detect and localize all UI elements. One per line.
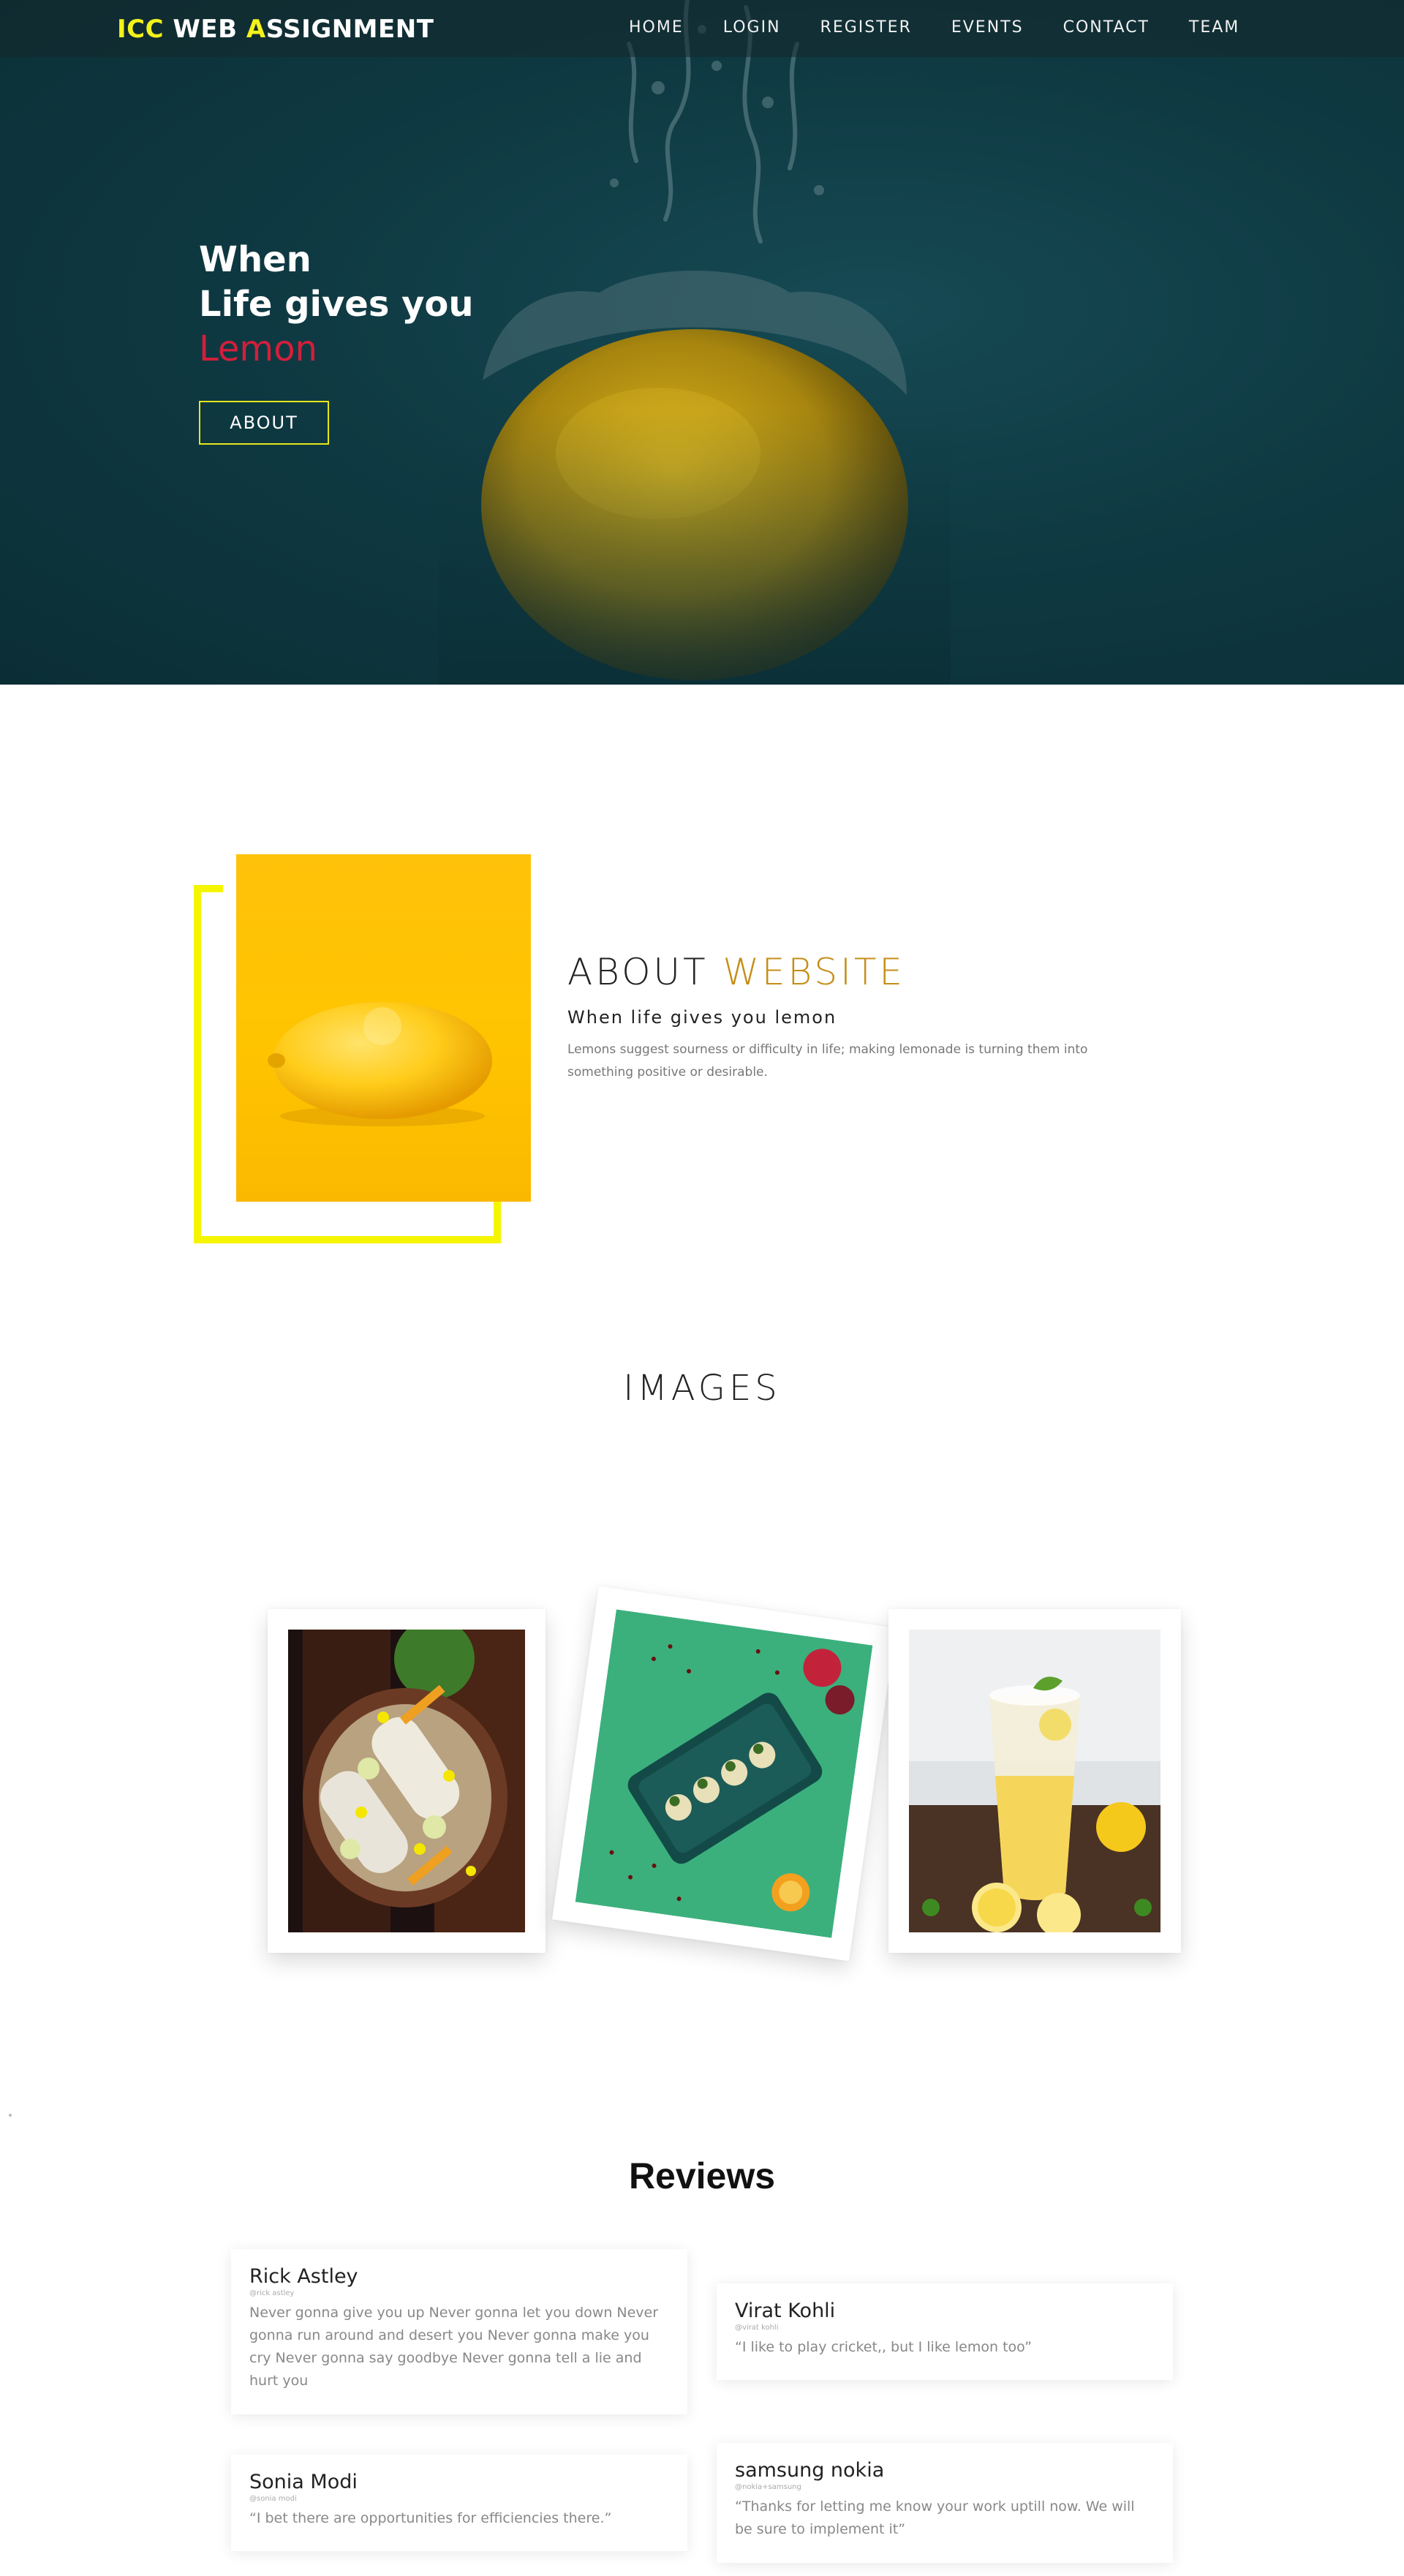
lemon-icon [268, 1002, 492, 1126]
reviewer-name: Rick Astley [249, 2265, 358, 2288]
nav-home[interactable]: HOME [629, 18, 684, 37]
nav-login[interactable]: LOGIN [723, 18, 781, 37]
reviews-heading: Reviews [628, 2155, 776, 2196]
brand-part: ICC [117, 15, 165, 44]
reviewer-name: samsung nokia [735, 2459, 885, 2482]
images-heading: IMAGES [623, 1368, 781, 1409]
hero-line-when: When [199, 239, 312, 280]
nav-links: HOME LOGIN REGISTER EVENTS CONTACT TEAM [629, 18, 1239, 37]
review-text: “I like to play cricket,, but I like lem… [735, 2339, 1032, 2355]
nav-contact[interactable]: CONTACT [1063, 18, 1150, 37]
about-description: Lemons suggest sourness or difficulty in… [567, 1042, 1088, 1080]
brand-part: A [246, 15, 266, 44]
review-text: “I bet there are opportunities for effic… [249, 2510, 612, 2526]
reviewer-name: Sonia Modi [249, 2471, 358, 2493]
photo-content [909, 1630, 1160, 1932]
reviewer-handle: @sonia modi [249, 2495, 297, 2503]
reviewer-name: Virat Kohli [735, 2300, 836, 2322]
photo-content [575, 1609, 873, 1938]
reviewer-handle: @rick astley [249, 2289, 295, 2297]
lemon-splash-image [439, 0, 951, 685]
hero-line-lemon: Lemon [199, 328, 317, 369]
brand-part: SSIGNMENT [265, 15, 434, 44]
review-card: Rick Astley @rick astley Never gonna giv… [231, 2249, 687, 2414]
photo-content [288, 1630, 525, 1932]
nav-events[interactable]: EVENTS [951, 18, 1024, 37]
hero-headline: When Life gives you Lemon [199, 238, 474, 372]
review-text: Never gonna give you up Never gonna let … [249, 2305, 659, 2389]
hero-section: ICC WEB ASSIGNMENT HOME LOGIN REGISTER E… [0, 0, 1404, 685]
review-card: Virat Kohli @virat kohli “I like to play… [717, 2283, 1173, 2380]
reviewer-handle: @virat kohli [735, 2324, 779, 2332]
brand-logo[interactable]: ICC WEB ASSIGNMENT [117, 15, 434, 44]
review-card: Sonia Modi @sonia modi “I bet there are … [231, 2455, 687, 2551]
brand-part: WEB [164, 15, 246, 44]
about-lemon-image [236, 854, 531, 1202]
hero-line-life: Life gives you [199, 284, 474, 325]
top-navbar: ICC WEB ASSIGNMENT HOME LOGIN REGISTER E… [0, 0, 1404, 57]
about-subtitle: When life gives you lemon [567, 1007, 837, 1028]
review-text: “Thanks for letting me know your work up… [735, 2498, 1135, 2537]
nav-team[interactable]: TEAM [1189, 18, 1239, 37]
gallery-photo-sushi[interactable] [551, 1586, 897, 1962]
about-title-part: ABOUT [567, 951, 723, 993]
about-button[interactable]: ABOUT [199, 401, 329, 445]
gallery-photo-popsicles[interactable] [268, 1609, 546, 1953]
about-title: ABOUT WEBSITE [567, 951, 905, 993]
nav-register[interactable]: REGISTER [820, 18, 912, 37]
about-title-part: WEBSITE [722, 951, 905, 993]
gallery-photo-lemonade[interactable] [888, 1609, 1181, 1953]
stray-dot [9, 2114, 12, 2117]
reviewer-handle: @nokia+samsung [735, 2483, 801, 2491]
review-card: samsung nokia @nokia+samsung “Thanks for… [717, 2443, 1173, 2563]
